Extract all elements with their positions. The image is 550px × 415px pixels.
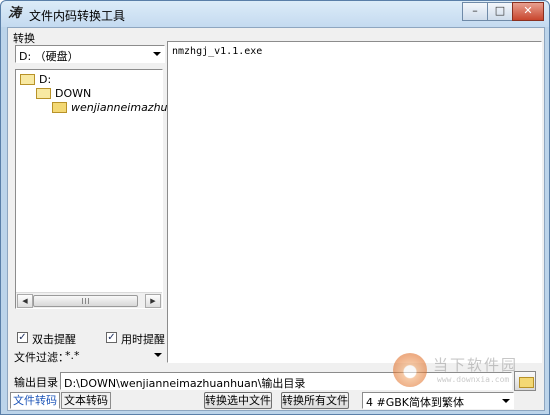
minimize-button[interactable]: – bbox=[462, 2, 488, 21]
chevron-down-icon bbox=[502, 399, 510, 403]
folder-icon bbox=[20, 73, 35, 85]
menu-item-convert[interactable]: 转换 bbox=[13, 30, 35, 46]
app-window: 涛 文件内码转换工具 – □ ✕ 转换 D: （硬盘） D: DOWN wenj… bbox=[0, 0, 550, 415]
filter-value: *.* bbox=[65, 349, 80, 362]
close-button[interactable]: ✕ bbox=[512, 2, 544, 21]
chevron-down-icon bbox=[153, 52, 161, 56]
scroll-left-arrow[interactable]: ◀ bbox=[17, 294, 33, 308]
title-bar[interactable]: 涛 文件内码转换工具 – □ ✕ bbox=[1, 1, 549, 27]
conversion-mode-value: 4 #GBK简体到繁体 bbox=[366, 396, 464, 409]
chevron-down-icon bbox=[154, 353, 162, 357]
file-item[interactable]: nmzhgj_v1.1.exe bbox=[172, 46, 262, 57]
client-area: 转换 D: （硬盘） D: DOWN wenjianneimazhuanhu ◀… bbox=[7, 27, 545, 411]
app-icon: 涛 bbox=[8, 6, 22, 21]
tab-text-transcode[interactable]: 文本转码 bbox=[61, 392, 111, 409]
file-list[interactable]: nmzhgj_v1.1.exe bbox=[167, 41, 542, 363]
output-dir-value: D:\DOWN\wenjianneimazhuanhuan\输出目录 bbox=[64, 377, 306, 390]
folder-icon bbox=[36, 87, 51, 99]
tree-node-down[interactable]: DOWN bbox=[36, 87, 91, 100]
timing-alert-checkbox[interactable]: ✓ 用时提醒 bbox=[106, 331, 176, 346]
open-folder-icon bbox=[519, 377, 534, 388]
tree-horizontal-scrollbar[interactable]: ◀ ▶ bbox=[16, 292, 162, 308]
folder-tree[interactable]: D: DOWN wenjianneimazhuanhu ◀ ▶ bbox=[15, 69, 195, 309]
conversion-mode-select[interactable]: 4 #GBK简体到繁体 bbox=[362, 392, 514, 409]
tab-file-transcode[interactable]: 文件转码 bbox=[10, 392, 60, 409]
window-title: 文件内码转换工具 bbox=[29, 9, 126, 23]
filter-label: 文件过滤： bbox=[14, 351, 69, 364]
convert-selected-button[interactable]: 转换选中文件 bbox=[204, 392, 272, 409]
check-icon: ✓ bbox=[106, 332, 117, 343]
drive-select-value: D: （硬盘） bbox=[19, 50, 79, 63]
convert-all-button[interactable]: 转换所有文件 bbox=[281, 392, 349, 409]
output-dir-field[interactable]: D:\DOWN\wenjianneimazhuanhuan\输出目录 bbox=[60, 372, 512, 390]
folder-icon bbox=[52, 101, 67, 113]
drive-select[interactable]: D: （硬盘） bbox=[15, 45, 165, 63]
maximize-button[interactable]: □ bbox=[487, 2, 513, 21]
browse-folder-button[interactable] bbox=[514, 371, 536, 391]
double-click-alert-checkbox[interactable]: ✓ 双击提醒 bbox=[17, 331, 97, 346]
scroll-thumb[interactable] bbox=[33, 295, 138, 307]
tree-node-label: DOWN bbox=[55, 87, 92, 100]
scroll-right-arrow[interactable]: ▶ bbox=[145, 294, 161, 308]
tree-node-label: D: bbox=[39, 73, 52, 86]
timing-alert-label: 用时提醒 bbox=[121, 333, 165, 346]
check-icon: ✓ bbox=[17, 332, 28, 343]
filter-select[interactable]: *.* bbox=[62, 347, 165, 365]
double-click-alert-label: 双击提醒 bbox=[32, 333, 76, 346]
tree-node-drive[interactable]: D: bbox=[20, 73, 51, 86]
